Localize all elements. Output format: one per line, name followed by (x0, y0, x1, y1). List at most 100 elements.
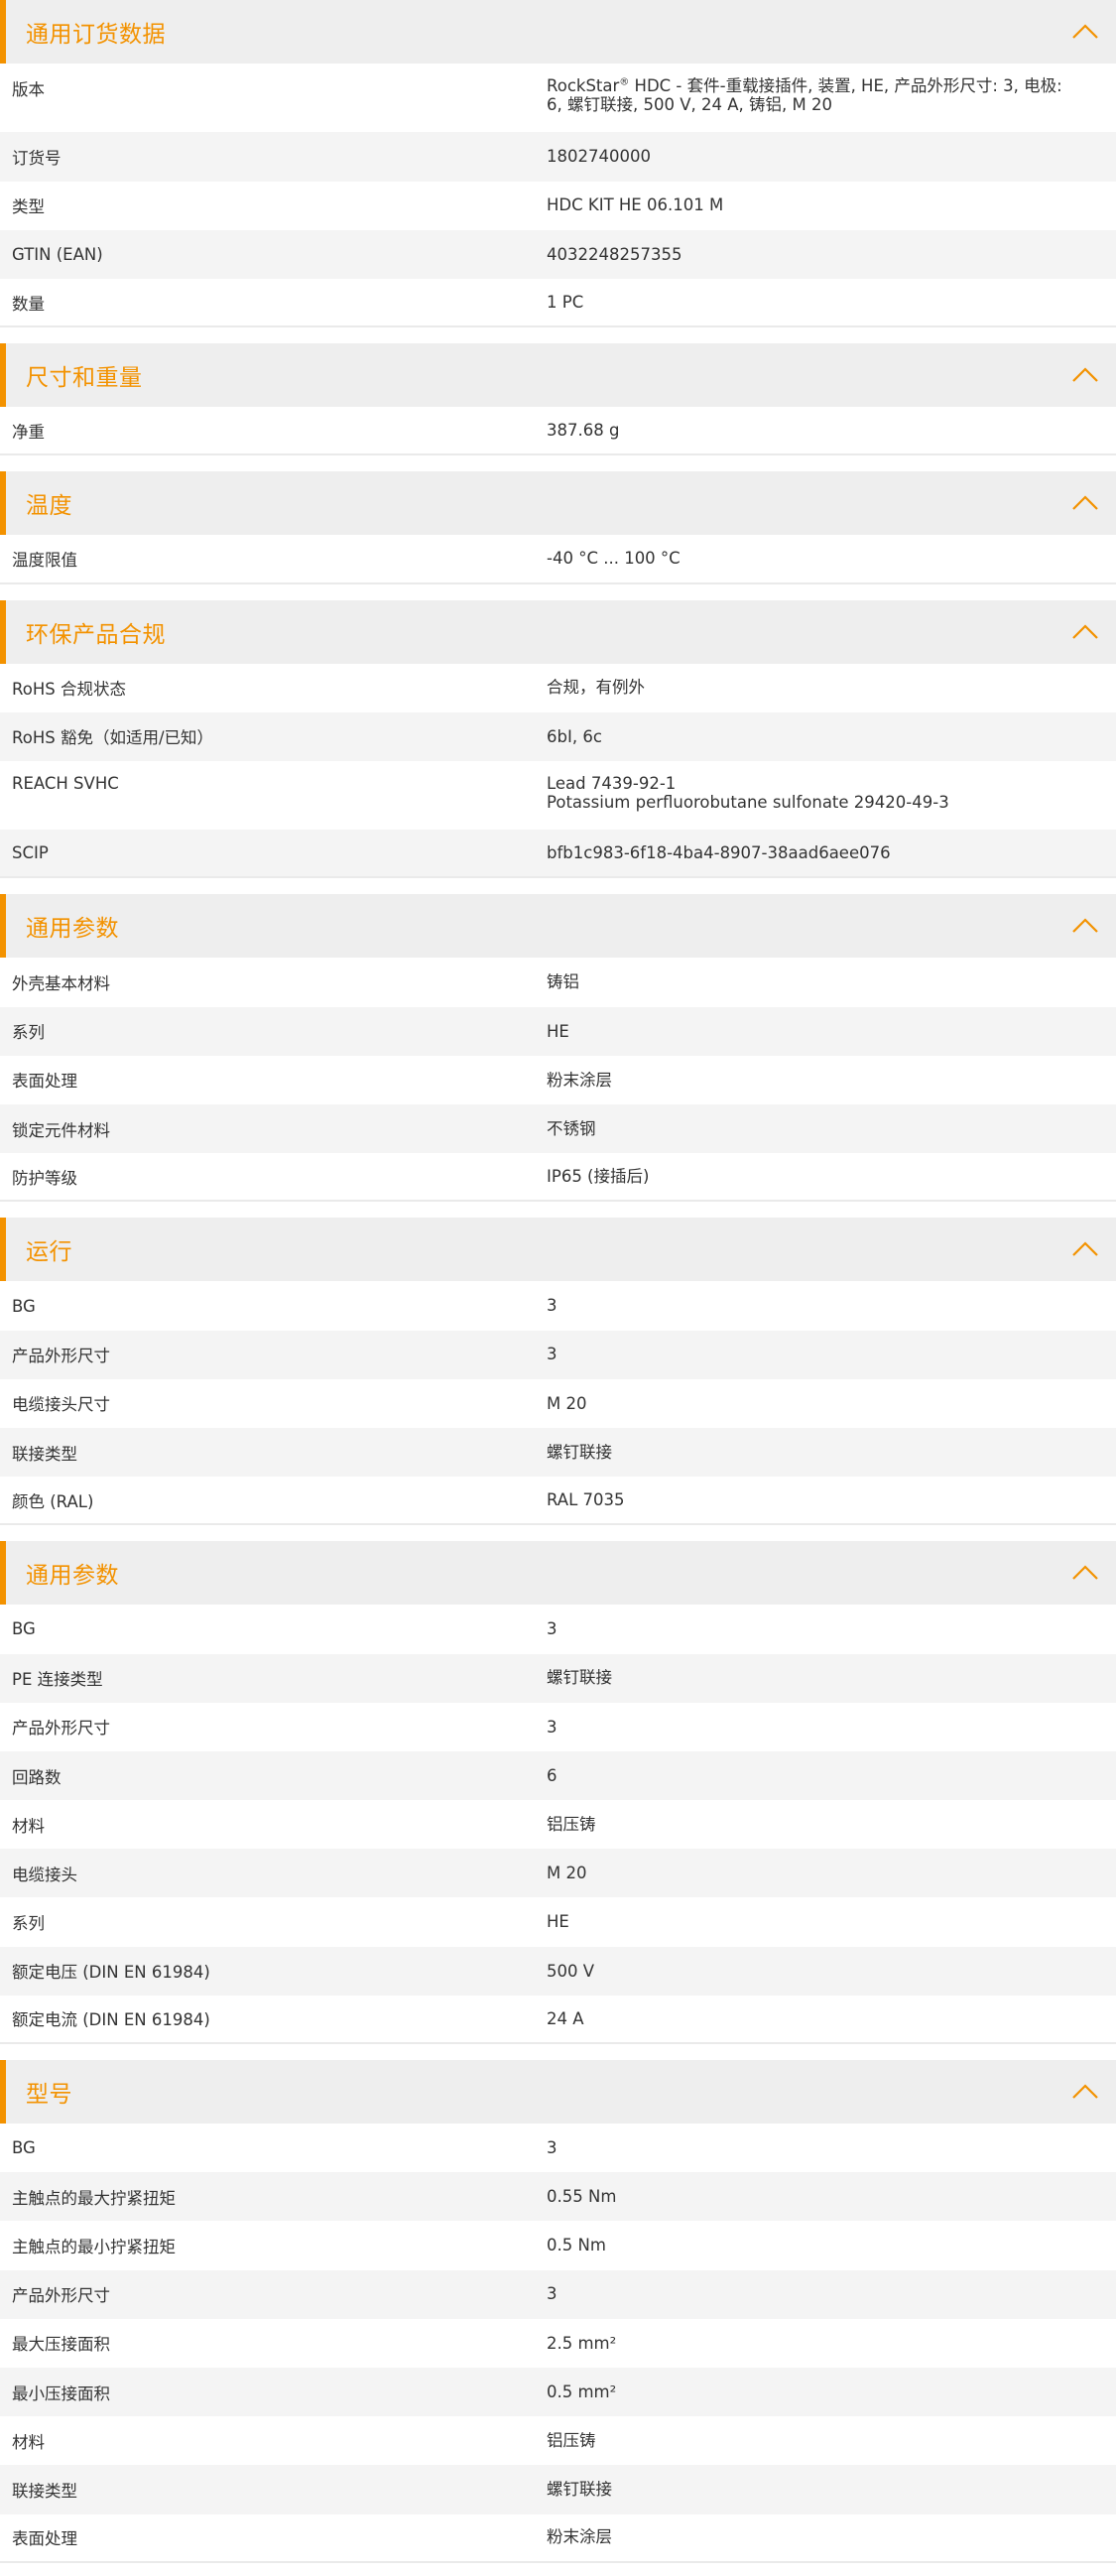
spec-label: SCIP (12, 843, 49, 863)
spec-value: 0.5 Nm (547, 2236, 606, 2255)
spec-table: 温度限值 -40 °C ... 100 °C (0, 535, 1116, 584)
spec-row: RoHS 豁免（如适用/已知） 6bI, 6c (0, 711, 1116, 761)
section-header[interactable]: 通用参数 (0, 1541, 1116, 1606)
spec-label: 温度限值 (12, 550, 77, 570)
spec-section: 尺寸和重量 净重 387.68 g (0, 343, 1116, 456)
spec-label: 电缆接头 (12, 1865, 77, 1884)
spec-section: 运行 BG 3 产品外形尺寸 3 电缆接头尺寸 M 20 联接类型 螺钉联接 颜色 (RAL) RA… (0, 1218, 1116, 1526)
spec-section: 通用订货数据版本 RockStar® HDC - 套件-重载接插件, 装置, HE… (0, 0, 1116, 328)
spec-section: 型号 BG 3 主触点的最大拧紧扭矩 0.55 Nm 主触点的最小拧紧扭矩 0.5 Nm 产品… (0, 2060, 1116, 2563)
spec-value: 0.5 mm² (547, 2382, 617, 2401)
spec-label: 产品外形尺寸 (12, 1719, 110, 1739)
chevron-up-icon[interactable] (1070, 2080, 1100, 2104)
spec-table: RoHS 合规状态 合规，有例外 RoHS 豁免（如适用/已知） 6bI, 6c REA… (0, 664, 1116, 879)
spec-label: 订货号 (12, 148, 62, 168)
section-header[interactable]: 型号 (0, 2060, 1116, 2125)
spec-row: 产品外形尺寸 3 (0, 2269, 1116, 2319)
spec-row: 产品外形尺寸 3 (0, 1703, 1116, 1751)
spec-value: RAL 7035 (547, 1490, 625, 1510)
spec-label: 联接类型 (12, 1444, 77, 1464)
spec-section: 环保产品合规 RoHS 合规状态 合规，有例外 RoHS 豁免（如适用/已知） 6bI,… (0, 599, 1116, 879)
spec-value: 2.5 mm² (547, 2333, 617, 2353)
spec-label: 额定电流 (DIN EN 61984) (12, 2010, 210, 2030)
chevron-up-icon[interactable] (1070, 1561, 1100, 1585)
spec-row: GTIN (EAN) 4032248257355 (0, 229, 1116, 279)
chevron-up-icon[interactable] (1070, 491, 1100, 515)
spec-row: 表面处理 粉末涂层 (0, 1056, 1116, 1104)
spec-label: 表面处理 (12, 2529, 77, 2549)
section-spacer (0, 2044, 1116, 2061)
spec-row: BG 3 (0, 1281, 1116, 1330)
section-title: 温度 (26, 493, 72, 520)
spec-row: 材料 铝压铸 (0, 2416, 1116, 2465)
spec-value: 3 (547, 1296, 558, 1316)
spec-row: SCIP bfb1c983-6f18-4ba4-8907-38aad6aee076 (0, 830, 1116, 879)
spec-value: 螺钉联接 (547, 1442, 612, 1462)
spec-row: 颜色 (RAL) RAL 7035 (0, 1477, 1116, 1526)
spec-value: 387.68 g (547, 421, 620, 440)
spec-label: 主触点的最小拧紧扭矩 (12, 2238, 176, 2256)
spec-row: 净重 387.68 g (0, 407, 1116, 456)
spec-label: 系列 (12, 1023, 45, 1043)
spec-row: 系列 HE (0, 1006, 1116, 1056)
spec-value: 3 (547, 2284, 558, 2304)
spec-value: 铸铝 (547, 972, 579, 992)
spec-row: 材料 铝压铸 (0, 1800, 1116, 1849)
chevron-up-icon[interactable] (1070, 914, 1100, 938)
section-header[interactable]: 尺寸和重量 (0, 343, 1116, 408)
section-title: 通用订货数据 (26, 22, 166, 48)
chevron-up-icon[interactable] (1070, 620, 1100, 644)
spec-row: 表面处理 粉末涂层 (0, 2514, 1116, 2563)
spec-value: 1802740000 (547, 147, 651, 167)
spec-label: 材料 (12, 1816, 45, 1836)
spec-value: 铝压铸 (547, 2431, 596, 2451)
chevron-up-icon[interactable] (1070, 363, 1100, 387)
section-header[interactable]: 通用订货数据 (0, 0, 1116, 64)
spec-row: 订货号 1802740000 (0, 132, 1116, 182)
spec-row: 锁定元件材料 不锈钢 (0, 1104, 1116, 1154)
spec-value: RockStar® HDC - 套件-重载接插件, 装置, HE, 产品外形尺寸… (547, 76, 1062, 115)
spec-table: BG 3 主触点的最大拧紧扭矩 0.55 Nm 主触点的最小拧紧扭矩 0.5 Nm 产品外形… (0, 2124, 1116, 2563)
spec-label: 产品外形尺寸 (12, 1347, 110, 1366)
section-header[interactable]: 环保产品合规 (0, 599, 1116, 664)
section-title: 通用参数 (26, 1563, 119, 1590)
spec-value: 24 A (547, 2008, 584, 2028)
spec-table: BG 3 PE 连接类型 螺钉联接 产品外形尺寸 3 回路数 6 材料 铝压铸 电缆接头 M 20 系列… (0, 1605, 1116, 2045)
section-header[interactable]: 通用参数 (0, 894, 1116, 959)
spec-row: 类型 HDC KIT HE 06.101 M (0, 182, 1116, 230)
spec-value: HE (547, 1021, 569, 1041)
product-specs-page: 通用订货数据版本 RockStar® HDC - 套件-重载接插件, 装置, HE… (0, 0, 1116, 2563)
spec-label: BG (12, 1296, 36, 1316)
spec-table: 外壳基本材料 铸铝 系列 HE 表面处理 粉末涂层 锁定元件材料 不锈钢 防护等级 IP65 (接… (0, 958, 1116, 1203)
spec-value: 500 V (547, 1961, 595, 1981)
spec-row: 主触点的最小拧紧扭矩 0.5 Nm (0, 2221, 1116, 2269)
section-spacer (0, 455, 1116, 472)
section-header[interactable]: 运行 (0, 1218, 1116, 1282)
spec-label: 版本 (12, 80, 45, 99)
spec-row: 额定电压 (DIN EN 61984) 500 V (0, 1946, 1116, 1996)
spec-label: 外壳基本材料 (12, 974, 110, 994)
spec-label: 材料 (12, 2432, 45, 2452)
spec-label: 电缆接头尺寸 (12, 1395, 110, 1415)
spec-table: 净重 387.68 g (0, 407, 1116, 456)
spec-row: PE 连接类型 螺钉联接 (0, 1653, 1116, 1703)
spec-value: 螺钉联接 (547, 1668, 612, 1688)
spec-table: 版本 RockStar® HDC - 套件-重载接插件, 装置, HE, 产品外形… (0, 64, 1116, 328)
spec-label: 类型 (12, 197, 45, 217)
chevron-up-icon[interactable] (1070, 1237, 1100, 1261)
spec-value: -40 °C ... 100 °C (547, 549, 681, 569)
spec-label: 额定电压 (DIN EN 61984) (12, 1963, 210, 1983)
spec-value: 不锈钢 (547, 1118, 596, 1138)
chevron-up-icon[interactable] (1070, 20, 1100, 44)
section-title: 运行 (26, 1239, 72, 1266)
section-spacer (0, 878, 1116, 895)
spec-label: 表面处理 (12, 1072, 77, 1092)
section-header[interactable]: 温度 (0, 471, 1116, 536)
spec-value: 6 (547, 1765, 558, 1785)
spec-section: 通用参数 外壳基本材料 铸铝 系列 HE 表面处理 粉末涂层 锁定元件材料 不锈钢 防护等级 IP6… (0, 894, 1116, 1203)
spec-row: 版本 RockStar® HDC - 套件-重载接插件, 装置, HE, 产品外形… (0, 64, 1116, 132)
spec-row: BG 3 (0, 1605, 1116, 1653)
spec-value: 螺钉联接 (547, 2480, 612, 2500)
section-title: 型号 (26, 2082, 72, 2109)
section-spacer (0, 1525, 1116, 1542)
